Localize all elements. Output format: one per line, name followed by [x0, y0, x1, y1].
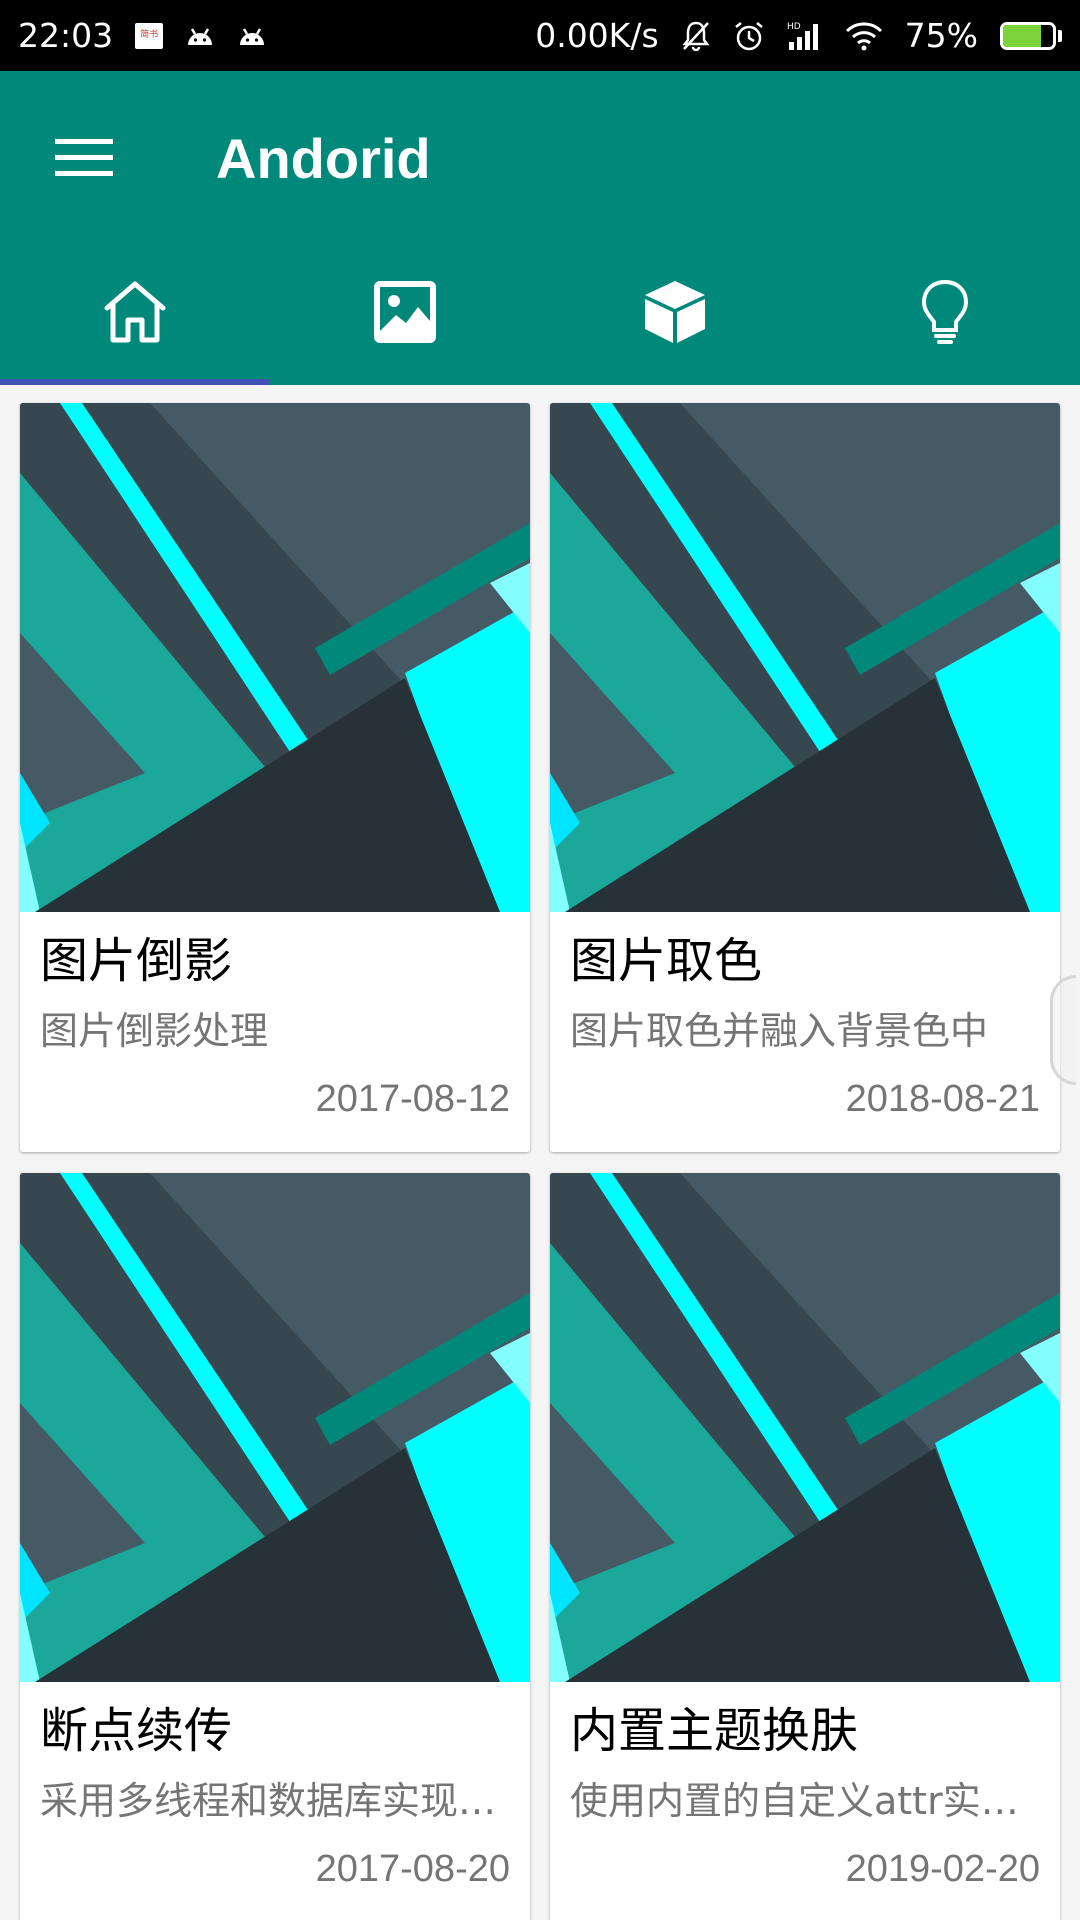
app-bar: Andorid: [0, 71, 1080, 385]
card-cover-image: [550, 403, 1060, 912]
signal-icon: HD: [787, 20, 823, 52]
cube-icon: [642, 279, 708, 349]
card-cover-image: [550, 1173, 1060, 1682]
toolbar: Andorid: [0, 71, 1080, 242]
android-icon: [185, 25, 215, 47]
battery-cap: [1058, 29, 1062, 42]
card-row: 图片倒影 图片倒影处理 2017-08-12 图片取色 图片取色并融入背景色中 …: [20, 403, 1060, 1152]
status-bar: 22:03 简书 0.00K/s HD 75%: [0, 0, 1080, 71]
edge-swipe-handle[interactable]: [1050, 975, 1076, 1085]
card-item[interactable]: 图片取色 图片取色并融入背景色中 2018-08-21: [550, 403, 1060, 1152]
network-speed: 0.00K/s: [535, 16, 659, 55]
card-date: 2019-02-20: [845, 1848, 1040, 1890]
card-cover-image: [20, 403, 530, 912]
svg-text:HD: HD: [787, 22, 801, 32]
android-icon: [237, 25, 267, 47]
card-description: 采用多线程和数据库实现断点续传: [40, 1779, 510, 1823]
card-description: 图片倒影处理: [40, 1009, 269, 1053]
status-left: 22:03 简书: [18, 16, 267, 55]
status-time: 22:03: [18, 16, 114, 55]
battery-fill: [1003, 24, 1041, 47]
card-date: 2017-08-20: [315, 1848, 510, 1890]
tab-image[interactable]: [270, 242, 540, 385]
lightbulb-icon: [920, 278, 970, 350]
alarm-icon: [733, 20, 765, 52]
card-description: 图片取色并融入背景色中: [570, 1009, 989, 1053]
mute-icon: [681, 20, 711, 52]
image-icon: [372, 279, 438, 349]
card-grid: 图片倒影 图片倒影处理 2017-08-12 图片取色 图片取色并融入背景色中 …: [0, 385, 1080, 1920]
card-row: 断点续传 采用多线程和数据库实现断点续传 2017-08-20 内置主题换肤 使…: [20, 1173, 1060, 1920]
card-title: 内置主题换肤: [570, 1703, 859, 1759]
card-date: 2017-08-12: [315, 1078, 510, 1120]
tab-cube[interactable]: [540, 242, 810, 385]
notice-icon-text: 简书: [140, 30, 159, 40]
card-item[interactable]: 图片倒影 图片倒影处理 2017-08-12: [20, 403, 530, 1152]
card-title: 图片取色: [570, 933, 763, 989]
card-item[interactable]: 断点续传 采用多线程和数据库实现断点续传 2017-08-20: [20, 1173, 530, 1920]
card-description: 使用内置的自定义attr实现换肤: [570, 1779, 1040, 1823]
tab-idea[interactable]: [810, 242, 1080, 385]
status-right: 0.00K/s HD 75%: [535, 16, 1062, 55]
hamburger-menu-icon[interactable]: [40, 119, 128, 194]
app-title: Andorid: [216, 127, 431, 190]
home-icon: [101, 278, 169, 350]
card-date: 2018-08-21: [845, 1078, 1040, 1120]
card-title: 图片倒影: [40, 933, 233, 989]
battery-charging-icon: [1000, 21, 1062, 50]
battery-percent: 75%: [904, 16, 978, 55]
wifi-icon: [845, 21, 883, 51]
tab-bar: [0, 242, 1080, 385]
card-cover-image: [20, 1173, 530, 1682]
battery-body: [1000, 21, 1056, 50]
news-notice-icon: 简书: [135, 22, 164, 49]
tab-home[interactable]: [0, 242, 270, 385]
card-item[interactable]: 内置主题换肤 使用内置的自定义attr实现换肤 2019-02-20: [550, 1173, 1060, 1920]
card-title: 断点续传: [40, 1703, 233, 1759]
